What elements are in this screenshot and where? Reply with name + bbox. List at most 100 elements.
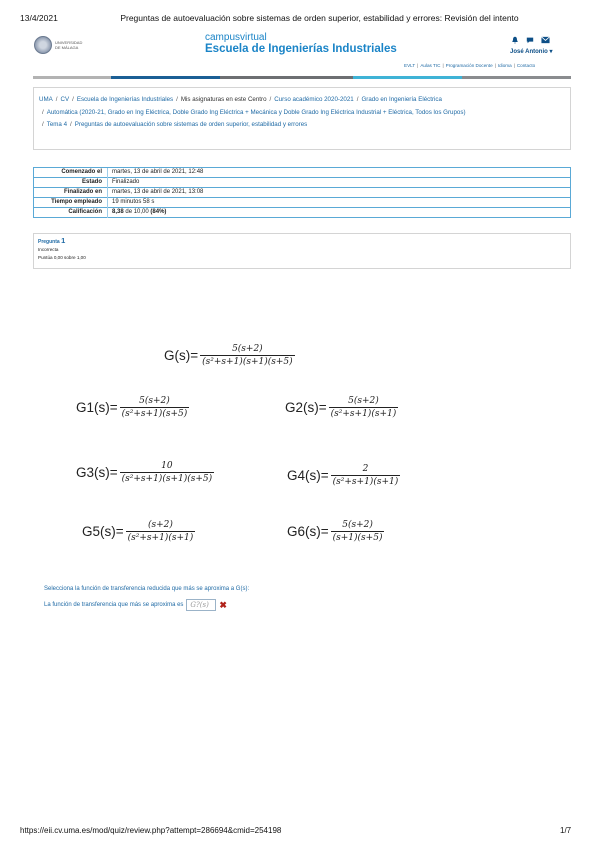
- chat-icon[interactable]: [526, 36, 534, 44]
- answer-select[interactable]: G?(s): [186, 599, 217, 611]
- summary-label: Finalizado en: [33, 187, 108, 198]
- breadcrumb-item[interactable]: Preguntas de autoevaluación sobre sistem…: [75, 121, 308, 128]
- formula-name: G5(s)=: [82, 524, 124, 539]
- fraction: (s+2) (s²+s+1)(s+1): [125, 520, 196, 543]
- numerator: 5(s+2): [139, 396, 170, 406]
- question-status: Incorrecta: [38, 247, 59, 252]
- color-bar: [33, 76, 571, 79]
- color-bar-segment: [353, 76, 462, 79]
- formula-name: G2(s)=: [285, 400, 327, 415]
- envelope-icon[interactable]: [541, 36, 550, 44]
- formula-g1: G1(s)= 5(s+2) (s²+s+1)(s+5): [76, 396, 190, 419]
- summary-label: Estado: [33, 177, 108, 188]
- summary-label: Comenzado el: [33, 167, 108, 178]
- summary-value: martes, 13 de abril de 2021, 12:48: [107, 167, 571, 178]
- breadcrumb-item[interactable]: UMA: [39, 96, 53, 103]
- breadcrumb-item[interactable]: Escuela de Ingenierías Industriales: [77, 96, 173, 103]
- header-icons: [511, 36, 550, 44]
- breadcrumb-item: Mis asignaturas en este Centro: [180, 96, 267, 103]
- formula-g6: G6(s)= 5(s+2) (s+1)(s+5): [287, 520, 385, 543]
- formula-g3: G3(s)= 10 (s²+s+1)(s+1)(s+5): [76, 461, 215, 484]
- grade-total: de 10,00: [123, 209, 151, 215]
- breadcrumb: UMA / CV / Escuela de Ingenierías Industrial…: [33, 87, 571, 150]
- summary-row: Tiempo empleado 19 minutos 58 s: [33, 197, 571, 208]
- brand-bottom: Escuela de Ingenierías Industriales: [205, 43, 397, 55]
- fraction: 5(s+2) (s²+s+1)(s+1): [328, 396, 399, 419]
- formula-g5: G5(s)= (s+2) (s²+s+1)(s+1): [82, 520, 196, 543]
- numerator: 10: [161, 461, 173, 471]
- breadcrumb-item[interactable]: CV: [60, 96, 69, 103]
- denominator: (s²+s+1)(s+1): [330, 475, 401, 487]
- answer-row: La función de transferencia que más se a…: [44, 599, 227, 611]
- summary-value: 19 minutos 58 s: [107, 197, 571, 208]
- formula-name: G(s)=: [164, 348, 199, 363]
- summary-value: 8,38 de 10,00 (84%): [107, 207, 571, 218]
- summary-label: Tiempo empleado: [33, 197, 108, 208]
- numerator: 5(s+2): [342, 520, 373, 530]
- denominator: (s²+s+1)(s+1)(s+5): [119, 472, 215, 484]
- summary-value: martes, 13 de abril de 2021, 13:08: [107, 187, 571, 198]
- site-brand[interactable]: campusvirtual Escuela de Ingenierías Ind…: [205, 32, 397, 55]
- formula-name: G6(s)=: [287, 524, 329, 539]
- pdf-title: Preguntas de autoevaluación sobre sistem…: [120, 13, 519, 23]
- denominator: (s²+s+1)(s+1): [125, 531, 196, 543]
- numerator: 5(s+2): [232, 344, 263, 354]
- breadcrumb-item[interactable]: Curso académico 2020-2021: [274, 96, 353, 103]
- grade-percent: (84%): [150, 209, 167, 215]
- fraction: 5(s+2) (s²+s+1)(s+1)(s+5): [200, 344, 295, 367]
- fraction: 2 (s²+s+1)(s+1): [330, 464, 401, 487]
- fraction: 5(s+2) (s+1)(s+5): [330, 520, 385, 543]
- summary-row: Finalizado en martes, 13 de abril de 2021…: [33, 187, 571, 198]
- university-logo[interactable]: UNIVERSIDAD DE MÁLAGA: [34, 36, 85, 54]
- logo-text: UNIVERSIDAD DE MÁLAGA: [55, 40, 83, 50]
- fraction: 5(s+2) (s²+s+1)(s+5): [119, 396, 190, 419]
- link-evlt[interactable]: EVLT: [404, 63, 415, 68]
- breadcrumb-item[interactable]: Automática (2020-21, Grado en Ing Eléctr…: [47, 109, 466, 116]
- formula-g2: G2(s)= 5(s+2) (s²+s+1)(s+1): [285, 396, 399, 419]
- cross-icon: ✖: [219, 599, 227, 610]
- formula-name: G3(s)=: [76, 465, 118, 480]
- link-idioma[interactable]: Idioma: [498, 63, 512, 68]
- color-bar-segment: [33, 76, 111, 79]
- seal-icon: [34, 36, 52, 54]
- attempt-summary: Comenzado el martes, 13 de abril de 2021,…: [33, 167, 571, 218]
- denominator: (s²+s+1)(s+1)(s+5): [200, 355, 295, 367]
- numerator: 5(s+2): [348, 396, 379, 406]
- answer-label: La función de transferencia que más se a…: [44, 602, 184, 608]
- denominator: (s+1)(s+5): [330, 531, 385, 543]
- breadcrumb-item[interactable]: Grado en Ingeniería Eléctrica: [361, 96, 441, 103]
- color-bar-segment: [462, 76, 571, 79]
- numerator: (s+2): [147, 520, 173, 530]
- denominator: (s²+s+1)(s+1): [328, 407, 399, 419]
- link-contacto[interactable]: Contacto: [517, 63, 535, 68]
- fraction: 10 (s²+s+1)(s+1)(s+5): [119, 461, 215, 484]
- brand-top: campusvirtual: [205, 32, 267, 43]
- formula-g: G(s)= 5(s+2) (s²+s+1)(s+1)(s+5): [164, 344, 295, 367]
- top-links: EVLT | Aulas TIC | Programación Docente | Idio…: [404, 63, 536, 68]
- chevron-down-icon: ▾: [549, 49, 553, 55]
- link-aulas-tic[interactable]: Aulas TIC: [420, 63, 440, 68]
- summary-value: Finalizado: [107, 177, 571, 188]
- user-name: José Antonio: [510, 49, 548, 55]
- color-bar-segment: [111, 76, 220, 79]
- footer-page-number: 1/7: [560, 826, 572, 835]
- summary-row: Calificación 8,38 de 10,00 (84%): [33, 207, 571, 218]
- question-number: Pregunta 1: [38, 236, 66, 246]
- bell-icon[interactable]: [511, 36, 519, 44]
- user-menu[interactable]: José Antonio ▾: [510, 48, 552, 55]
- question-prompt: Selecciona la función de transferencia r…: [44, 586, 250, 592]
- formula-g4: G4(s)= 2 (s²+s+1)(s+1): [287, 464, 401, 487]
- summary-row: Comenzado el martes, 13 de abril de 2021,…: [33, 167, 571, 178]
- question-info: Pregunta 1 Incorrecta Puntúa 0,00 sobre …: [33, 233, 571, 269]
- formula-name: G4(s)=: [287, 468, 329, 483]
- question-score: Puntúa 0,00 sobre 1,00: [38, 255, 86, 260]
- summary-row: Estado Finalizado: [33, 177, 571, 188]
- formula-name: G1(s)=: [76, 400, 118, 415]
- footer-url: https://eii.cv.uma.es/mod/quiz/review.ph…: [20, 826, 282, 835]
- breadcrumb-item[interactable]: Tema 4: [47, 121, 67, 128]
- summary-label: Calificación: [33, 207, 108, 218]
- denominator: (s²+s+1)(s+5): [119, 407, 190, 419]
- color-bar-segment: [220, 76, 353, 79]
- link-programacion-docente[interactable]: Programación Docente: [446, 63, 493, 68]
- grade-score: 8,38: [112, 209, 124, 215]
